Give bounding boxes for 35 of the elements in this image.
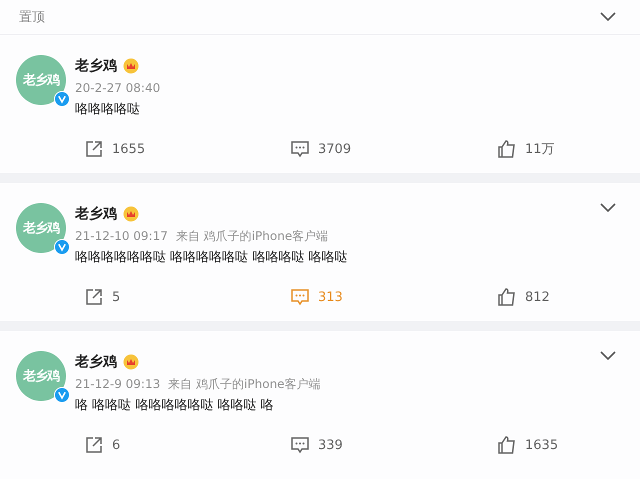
post-time[interactable]: 20-2-27 08:40 [75, 81, 160, 95]
chevron-down-icon[interactable] [600, 203, 616, 213]
share-icon [84, 287, 104, 307]
share-button[interactable]: 1655 [84, 135, 146, 163]
author-name[interactable]: 老乡鸡 [75, 57, 117, 75]
comment-icon [290, 435, 310, 455]
thumbs-up-icon [497, 287, 517, 307]
post-text: 咯 咯咯哒 咯咯咯咯咯哒 咯咯哒 咯 [75, 397, 275, 415]
like-button[interactable]: 11万 [497, 135, 555, 163]
post-time[interactable]: 21-12-9 09:13 [75, 377, 160, 391]
share-icon [84, 435, 104, 455]
post-time[interactable]: 21-12-10 09:17 [75, 229, 168, 243]
post-source: 来自 鸡爪子的iPhone客户端 [176, 228, 328, 244]
thumbs-up-icon [497, 435, 517, 455]
share-button[interactable]: 6 [84, 431, 120, 459]
chevron-down-icon[interactable] [600, 12, 616, 22]
comment-icon [290, 139, 310, 159]
crown-badge-icon [123, 206, 139, 222]
crown-badge-icon [123, 58, 139, 74]
chevron-down-icon[interactable] [600, 351, 616, 361]
share-button[interactable]: 5 [84, 283, 120, 311]
like-button[interactable]: 1635 [497, 431, 558, 459]
post-text: 咯咯咯咯哒 [75, 101, 141, 119]
post-source: 来自 鸡爪子的iPhone客户端 [168, 376, 321, 392]
thumbs-up-icon [497, 139, 517, 159]
like-button[interactable]: 812 [497, 283, 550, 311]
comment-button[interactable]: 339 [290, 431, 343, 459]
share-icon [84, 139, 104, 159]
crown-badge-icon [123, 354, 139, 370]
pinned-label: 置顶 [19, 9, 45, 26]
author-name[interactable]: 老乡鸡 [75, 205, 117, 223]
post-text: 咯咯咯咯咯咯哒 咯咯咯咯咯哒 咯咯咯哒 咯咯哒 [75, 249, 348, 267]
comment-button[interactable]: 3709 [290, 135, 352, 163]
author-name[interactable]: 老乡鸡 [75, 353, 117, 371]
comment-icon [290, 287, 310, 307]
